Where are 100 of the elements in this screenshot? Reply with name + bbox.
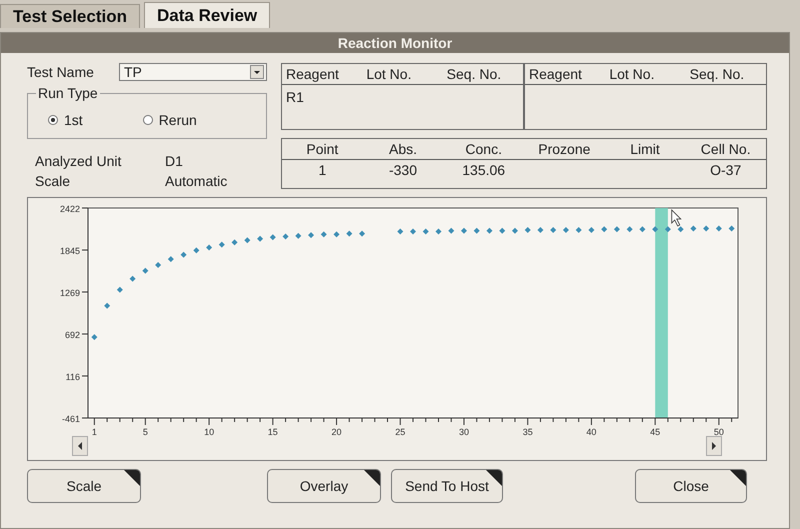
data-point <box>130 276 136 282</box>
data-point <box>308 232 314 238</box>
data-point <box>142 268 148 274</box>
data-point <box>448 228 454 234</box>
y-tick-label: 692 <box>64 330 80 340</box>
scroll-left-button[interactable] <box>72 436 88 456</box>
table-cell: -330 <box>388 162 418 178</box>
info-label: Analyzed Unit <box>34 153 122 169</box>
y-tick-label: 1269 <box>60 288 80 298</box>
table-cell: 135.06 <box>462 162 506 178</box>
x-tick-label: 45 <box>650 427 660 436</box>
y-tick-label: 2422 <box>60 204 80 214</box>
scroll-right-button[interactable] <box>706 436 722 456</box>
data-point <box>397 228 404 234</box>
data-point <box>270 234 276 240</box>
dialog-button[interactable]: Scale <box>27 469 141 503</box>
tab[interactable]: Test Selection <box>0 4 140 28</box>
group-label: Run Type <box>36 85 100 101</box>
info-value: Automatic <box>165 173 228 189</box>
data-point <box>232 239 238 246</box>
data-point <box>716 226 722 232</box>
table-cell-text: R1 <box>285 89 305 105</box>
data-point <box>678 226 684 232</box>
data-point <box>180 252 187 258</box>
x-tick-label: 25 <box>395 427 406 436</box>
data-point <box>410 228 416 234</box>
y-tick-label: 116 <box>66 372 80 382</box>
column-header: Lot No. <box>608 66 656 82</box>
column-header: Lot No. <box>365 66 412 82</box>
x-tick-label: 1 <box>92 427 97 436</box>
right-arrow-icon <box>711 442 717 450</box>
data-point <box>652 226 658 232</box>
data-point <box>218 242 225 248</box>
x-tick-label: 5 <box>142 427 148 436</box>
data-point <box>244 237 250 244</box>
data-point <box>524 227 531 233</box>
table-cell: 1 <box>318 162 326 178</box>
column-header: Seq. No. <box>688 66 746 82</box>
data-point <box>359 230 366 237</box>
table-cell: O-37 <box>710 162 742 178</box>
x-tick-label: 40 <box>586 427 596 436</box>
data-point <box>320 231 327 238</box>
data-point <box>168 256 174 262</box>
y-tick-label: -461 <box>62 414 80 424</box>
data-point <box>460 228 467 234</box>
mouse-cursor-icon <box>671 209 682 227</box>
data-point <box>346 230 352 237</box>
data-point <box>728 226 735 232</box>
column-header: Cell No. <box>700 141 752 157</box>
data-point <box>537 227 544 233</box>
y-tick-label: 1845 <box>60 246 80 256</box>
data-point <box>295 232 302 239</box>
data-point <box>193 247 200 254</box>
x-tick-label: 35 <box>522 427 533 436</box>
data-point <box>601 226 608 232</box>
data-point <box>576 227 582 233</box>
data-point <box>206 244 212 250</box>
data-point <box>486 228 492 234</box>
data-point <box>116 286 123 293</box>
data-point <box>614 226 620 232</box>
x-tick-label: 30 <box>458 427 469 436</box>
info-label: Scale <box>34 173 72 189</box>
dialog-title: Reaction Monitor <box>1 33 789 53</box>
data-point <box>436 228 442 234</box>
data-point <box>588 227 594 233</box>
data-point <box>664 226 671 232</box>
column-header: Seq. No. <box>446 66 502 82</box>
tab[interactable]: Data Review <box>144 2 270 28</box>
column-header: Point <box>305 141 340 157</box>
data-point <box>257 236 264 242</box>
test-name-dropdown[interactable]: TP <box>119 63 267 81</box>
data-point <box>474 228 480 234</box>
left-arrow-icon <box>77 442 83 450</box>
data-point <box>155 262 162 268</box>
x-tick-label: 50 <box>714 427 724 436</box>
data-point <box>512 228 518 234</box>
data-point <box>690 226 696 232</box>
data-point <box>550 227 556 233</box>
data-point <box>499 228 506 234</box>
dialog-button[interactable]: Close <box>635 469 747 503</box>
x-tick-label: 10 <box>204 427 214 436</box>
data-point <box>334 231 340 238</box>
data-point <box>104 302 110 309</box>
caret-icon <box>250 65 264 79</box>
data-point <box>422 228 429 234</box>
field-label: Test Name <box>27 64 95 80</box>
radio-option[interactable]: Rerun <box>142 112 197 128</box>
radio-option[interactable]: 1st <box>48 112 83 128</box>
info-value: D1 <box>165 153 183 169</box>
column-header: Reagent <box>528 66 583 82</box>
data-point <box>282 234 289 240</box>
data-point <box>639 226 646 232</box>
column-header: Limit <box>629 141 661 157</box>
data-point <box>562 227 569 233</box>
column-header: Abs. <box>388 141 418 157</box>
column-header: Reagent <box>285 66 340 82</box>
dialog-button[interactable]: Send To Host <box>391 469 503 503</box>
x-tick-label: 15 <box>268 427 278 436</box>
dialog-button[interactable]: Overlay <box>267 469 381 503</box>
data-point <box>703 226 710 232</box>
